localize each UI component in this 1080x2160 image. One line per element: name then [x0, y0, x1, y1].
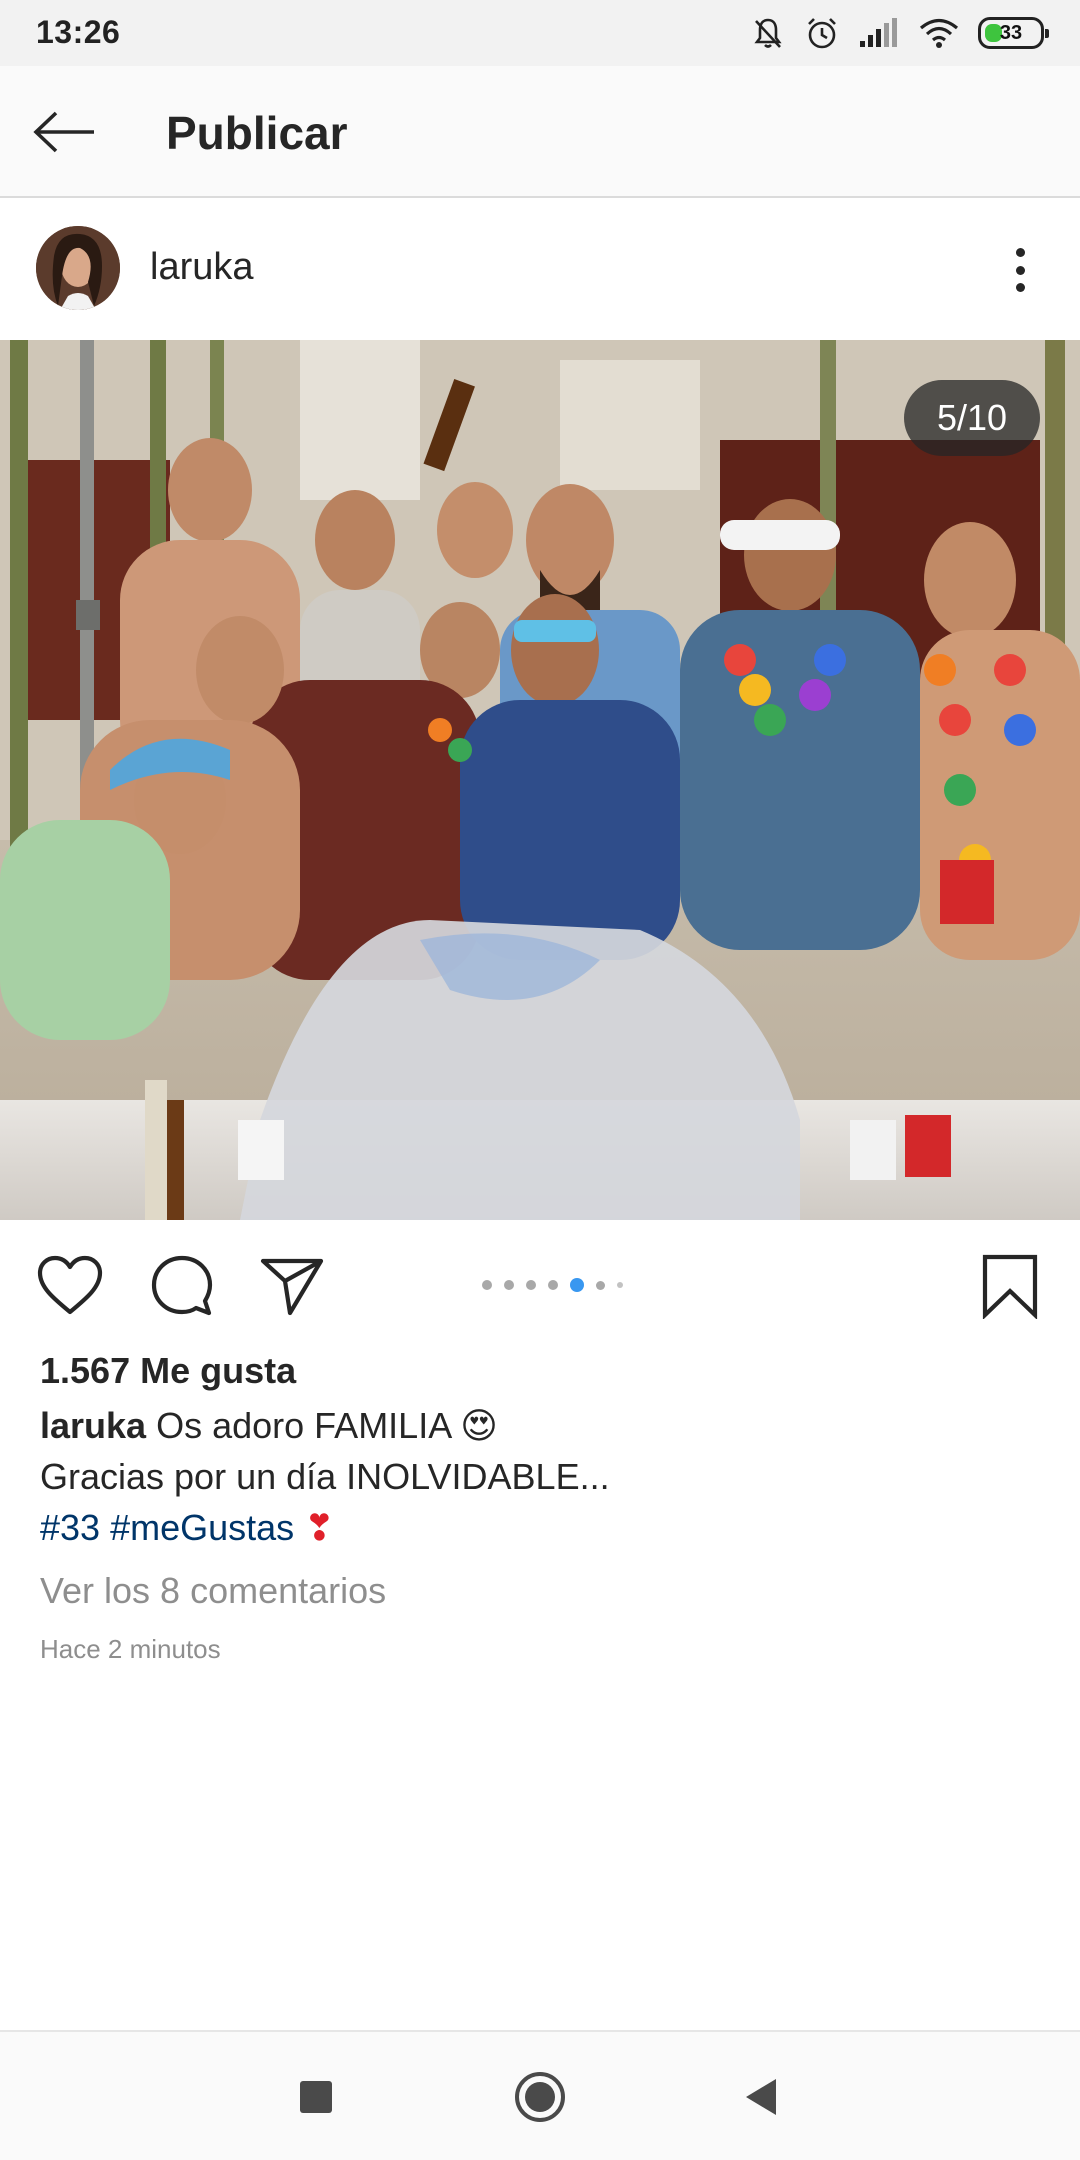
carousel-dot	[526, 1280, 536, 1290]
app-header: Publicar	[0, 66, 1080, 198]
more-options-button[interactable]	[1000, 242, 1040, 298]
status-time: 13:26	[36, 14, 121, 50]
caption-line-1: laruka Os adoro FAMILIA 😍	[40, 1400, 1040, 1451]
carousel-counter: 5/10	[904, 380, 1040, 456]
save-button[interactable]	[970, 1250, 1050, 1322]
avatar-image	[36, 226, 120, 310]
carousel-dots	[482, 1278, 623, 1292]
avatar[interactable]	[36, 226, 120, 310]
system-back-button[interactable]	[720, 2062, 800, 2132]
back-triangle-icon	[746, 2079, 776, 2115]
post-username[interactable]: laruka	[150, 246, 254, 289]
like-button[interactable]	[30, 1250, 110, 1322]
recents-square-icon	[300, 2081, 332, 2113]
home-button[interactable]	[500, 2062, 580, 2132]
alarm-icon	[808, 18, 836, 49]
caption: laruka Os adoro FAMILIA 😍 Gracias por un…	[40, 1400, 1040, 1553]
carousel-dot-active	[570, 1278, 584, 1292]
heart-eyes-emoji: 😍	[460, 1405, 498, 1446]
post-timestamp: Hace 2 minutos	[40, 1634, 221, 1664]
battery-percent: 33	[999, 21, 1023, 44]
comment-button[interactable]	[142, 1250, 222, 1322]
likes-count[interactable]: 1.567 Me gusta	[40, 1350, 296, 1392]
battery-icon: 33	[978, 17, 1049, 49]
carousel-dot	[617, 1282, 623, 1288]
status-icons: 33	[750, 12, 1049, 54]
page-title: Publicar	[166, 107, 348, 159]
heart-icon	[37, 1255, 103, 1315]
carousel-dot	[548, 1280, 558, 1290]
carousel-dot	[596, 1280, 605, 1290]
carousel-dot	[482, 1280, 492, 1290]
share-icon	[260, 1258, 324, 1316]
wifi-icon	[919, 18, 959, 48]
post-photo[interactable]: 5/10	[0, 340, 1080, 1220]
status-bar: 13:26 33	[0, 0, 1080, 66]
signal-icon	[860, 18, 897, 47]
caption-line-2: Gracias por un día INOLVIDABLE...	[40, 1456, 610, 1497]
comment-icon	[151, 1255, 213, 1316]
carousel-dot	[504, 1280, 514, 1290]
view-comments-link[interactable]: Ver los 8 comentarios	[40, 1570, 386, 1612]
caption-text-1: Os adoro FAMILIA	[156, 1405, 451, 1446]
arrow-left-icon	[33, 111, 94, 153]
post-header: laruka	[0, 200, 1080, 340]
hashtag-megustas[interactable]: #meGustas	[110, 1507, 294, 1548]
action-bar	[0, 1220, 1080, 1350]
share-button[interactable]	[252, 1250, 332, 1322]
bookmark-icon	[982, 1254, 1038, 1319]
bell-muted-icon	[754, 18, 782, 48]
caption-line-3: #33 #meGustas ❣	[40, 1502, 1040, 1553]
home-circle-icon	[515, 2072, 565, 2122]
system-nav-bar	[0, 2030, 1080, 2160]
more-vertical-icon	[1015, 248, 1025, 257]
recents-button[interactable]	[276, 2062, 356, 2132]
back-button[interactable]	[28, 100, 100, 164]
caption-username[interactable]: laruka	[40, 1405, 146, 1446]
photo-illustration	[0, 340, 1080, 1220]
hashtag-33[interactable]: #33	[40, 1507, 100, 1548]
heart-exclamation-emoji: ❣	[304, 1507, 335, 1548]
